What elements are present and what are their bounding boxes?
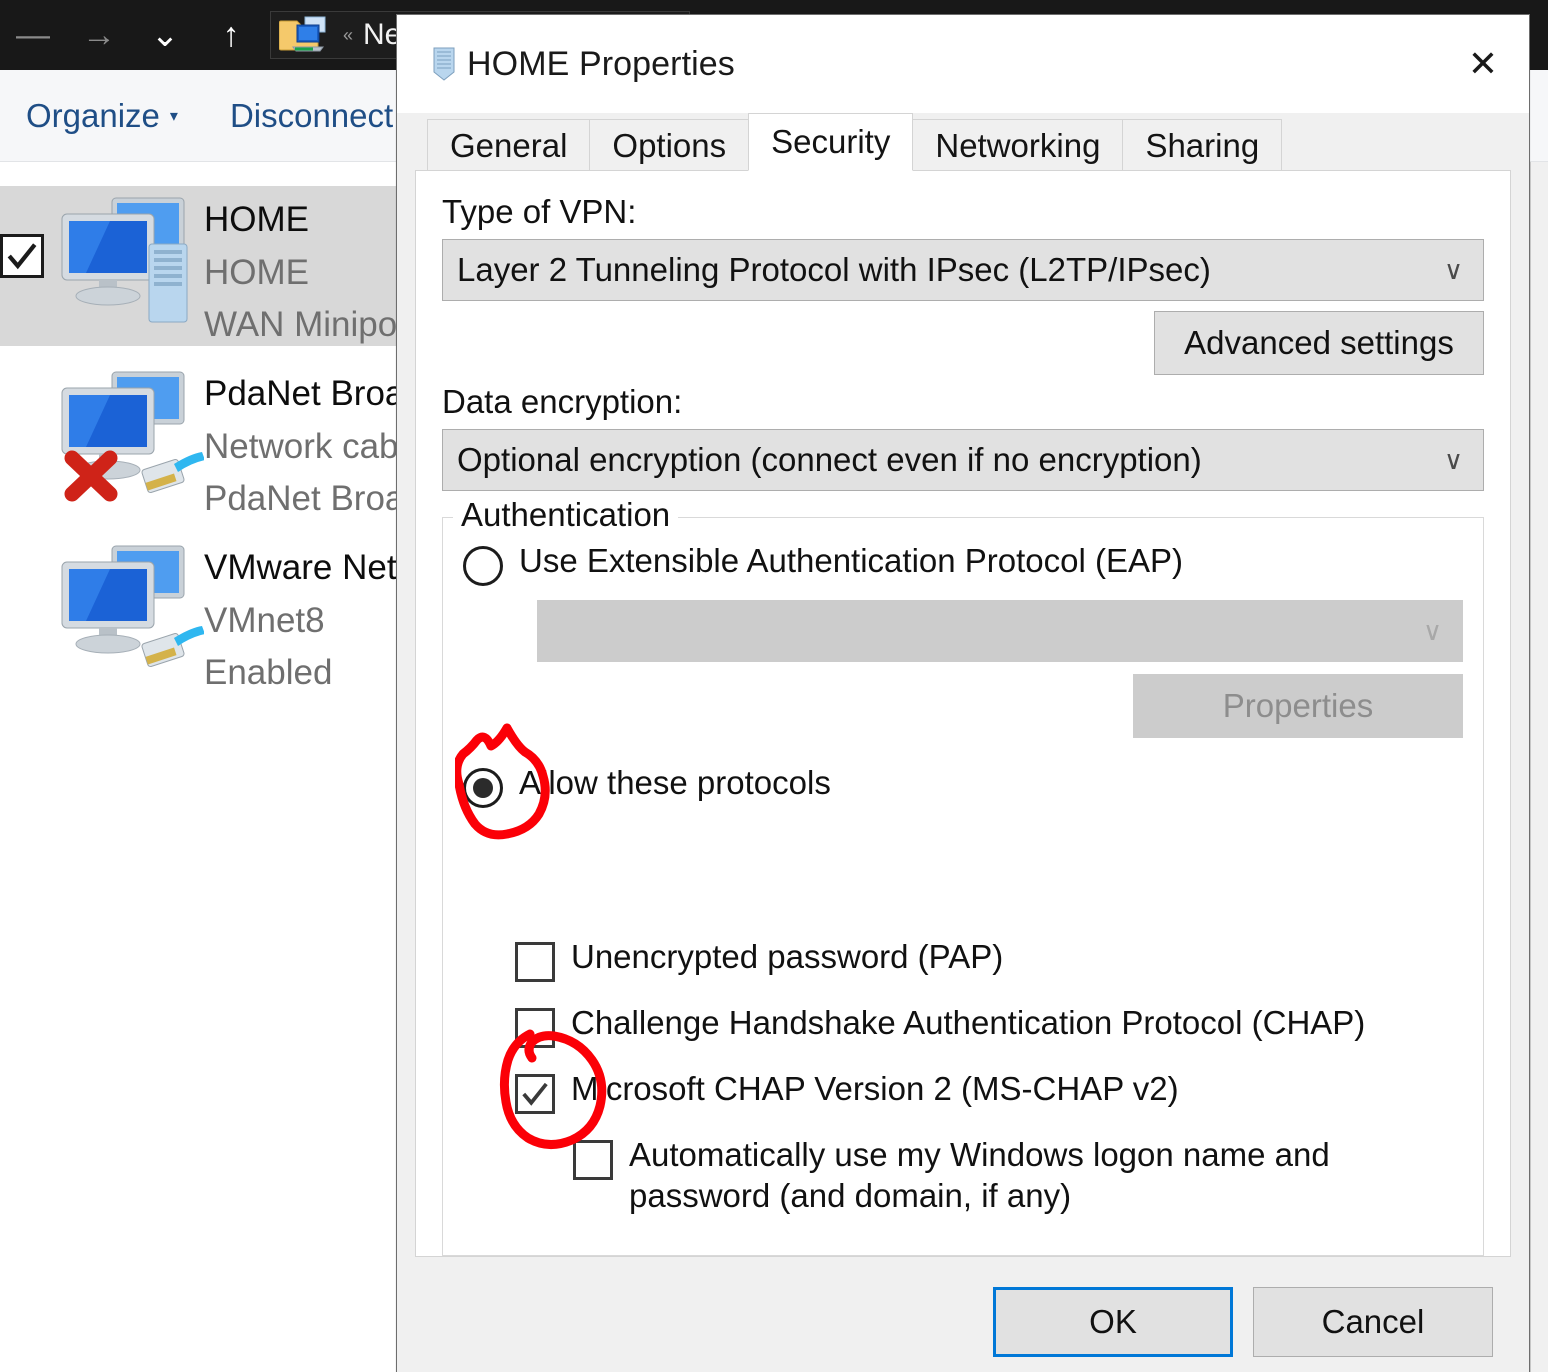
data-encryption-label: Data encryption: [442,383,683,420]
explorer-navigation-group: — → ⌄ ↑ [0,0,264,70]
chevron-down-icon: ▾ [169,107,178,125]
tab-security[interactable]: Security [748,113,914,171]
tab-general[interactable]: General [427,119,591,171]
checkbox-pap-label: Unencrypted password (PAP) [571,938,1004,975]
cancel-button[interactable]: Cancel [1253,1286,1493,1357]
radio-use-eap-label: Use Extensible Authentication Protocol (… [519,542,1184,579]
network-folder-icon [279,16,326,52]
chevron-down-icon: ∨ [1422,615,1442,646]
dialog-title: HOME Properties [467,44,735,83]
network-connection-server-icon [54,192,204,332]
organize-label: Organize [26,96,160,134]
vpn-type-dropdown[interactable]: Layer 2 Tunneling Protocol with IPsec (L… [442,239,1484,301]
recent-locations-chevron-down-icon[interactable]: ⌄ [132,0,198,70]
tab-networking-label: Networking [935,126,1101,164]
dialog-body: General Options Security Networking Shar… [397,113,1529,1257]
checkbox-mschapv2-label: Microsoft CHAP Version 2 (MS-CHAP v2) [571,1070,1179,1107]
tab-strip: General Options Security Networking Shar… [415,113,1511,171]
ethernet-plug-icon [141,452,205,494]
advanced-settings-label: Advanced settings [1184,324,1454,361]
forward-icon[interactable]: → [66,0,132,70]
radio-allow-protocols[interactable] [463,768,503,808]
tab-general-label: General [450,126,568,164]
home-properties-dialog: HOME Properties ✕ General Options Securi… [396,14,1530,1372]
vpn-type-value: Layer 2 Tunneling Protocol with IPsec (L… [457,251,1211,288]
tab-networking[interactable]: Networking [912,119,1124,171]
radio-allow-protocols-label: Allow these protocols [519,764,831,801]
radio-use-eap[interactable] [463,546,503,586]
check-icon [7,243,37,270]
checkbox-chap-row[interactable]: Challenge Handshake Authentication Proto… [515,1002,1463,1048]
radio-allow-protocols-row[interactable]: Allow these protocols [463,762,1463,808]
ethernet-plug-icon [141,626,205,668]
checkbox-mschapv2-row[interactable]: Microsoft CHAP Version 2 (MS-CHAP v2) [515,1068,1463,1114]
checkbox-mschapv2[interactable] [515,1074,555,1114]
explorer-scrollbar[interactable] [1530,162,1548,1372]
network-connection-cable-icon [54,366,205,506]
ok-button[interactable]: OK [993,1286,1233,1357]
authentication-legend: Authentication [453,496,679,534]
cancel-label: Cancel [1321,1302,1425,1340]
vpn-connection-icon [433,47,455,81]
protocols-list: Unencrypted password (PAP) Challenge Han… [515,936,1463,1217]
checkbox-auto-logon[interactable] [573,1140,613,1180]
chevron-down-icon: ∨ [1443,444,1463,475]
eap-properties-button[interactable]: Properties [1133,674,1463,738]
address-overflow-chevron-icon: « [343,24,354,45]
authentication-groupbox: Authentication Use Extensible Authentica… [442,496,1484,1256]
back-icon[interactable]: — [0,0,66,70]
up-one-level-arrow-up-icon[interactable]: ↑ [198,0,264,70]
eap-method-dropdown[interactable]: ∨ [537,600,1463,662]
ok-label: OK [1089,1302,1137,1340]
checkbox-auto-logon-row[interactable]: Automatically use my Windows logon name … [573,1134,1463,1217]
close-icon[interactable]: ✕ [1437,15,1529,113]
checkbox-pap[interactable] [515,942,555,982]
tab-options-label: Options [612,126,727,164]
radio-use-eap-row[interactable]: Use Extensible Authentication Protocol (… [463,540,1463,586]
tab-sharing-label: Sharing [1145,126,1260,164]
dialog-title-bar: HOME Properties ✕ [397,15,1529,113]
checkbox-pap-row[interactable]: Unencrypted password (PAP) [515,936,1463,982]
connection-select-checkbox[interactable] [0,234,44,278]
dialog-footer: OK Cancel [397,1256,1529,1372]
network-connection-cable-icon [54,540,205,680]
organize-menu-button[interactable]: Organize ▾ [0,97,204,135]
checkbox-auto-logon-label: Automatically use my Windows logon name … [629,1136,1330,1215]
advanced-settings-row: Advanced settings [442,311,1484,375]
advanced-settings-button[interactable]: Advanced settings [1154,311,1484,375]
chevron-down-icon: ∨ [1443,254,1463,285]
data-encryption-dropdown[interactable]: Optional encryption (connect even if no … [442,429,1484,491]
vpn-type-label: Type of VPN: [442,193,637,230]
eap-properties-label: Properties [1222,687,1374,724]
security-tab-panel: Type of VPN: Layer 2 Tunneling Protocol … [415,170,1511,1257]
data-encryption-value: Optional encryption (connect even if no … [457,441,1202,478]
tab-options[interactable]: Options [589,119,750,171]
tab-sharing[interactable]: Sharing [1122,119,1283,171]
checkbox-chap[interactable] [515,1008,555,1048]
tab-security-label: Security [771,123,891,160]
checkbox-chap-label: Challenge Handshake Authentication Proto… [571,1004,1366,1041]
